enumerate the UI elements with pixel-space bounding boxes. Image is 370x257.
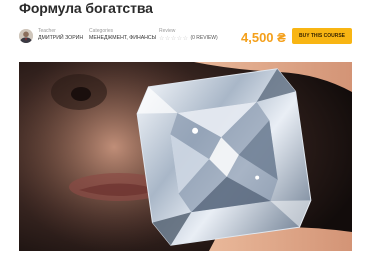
teacher-block: Teacher ДМИТРИЙ ЗОРИН — [38, 28, 83, 42]
teacher-name[interactable]: ДМИТРИЙ ЗОРИН — [38, 34, 83, 42]
categories-value[interactable]: МЕНЕДЖМЕНТ, ФИНАНСЫ — [89, 34, 156, 42]
categories-block: Categories МЕНЕДЖМЕНТ, ФИНАНСЫ — [89, 28, 156, 42]
course-title: Формула богатства — [19, 0, 153, 16]
course-hero-image — [19, 62, 352, 251]
teacher-avatar — [19, 29, 33, 43]
review-block: Review ☆☆☆☆☆ (0 REVIEW) — [159, 28, 218, 42]
rating-stars: ☆☆☆☆☆ — [159, 35, 188, 42]
star-icon: ☆ — [182, 35, 189, 42]
review-count: (0 REVIEW) — [190, 35, 218, 41]
course-price: 4,500 ₴ — [241, 30, 286, 45]
buy-course-button[interactable]: BUY THIS COURSE — [292, 28, 352, 44]
